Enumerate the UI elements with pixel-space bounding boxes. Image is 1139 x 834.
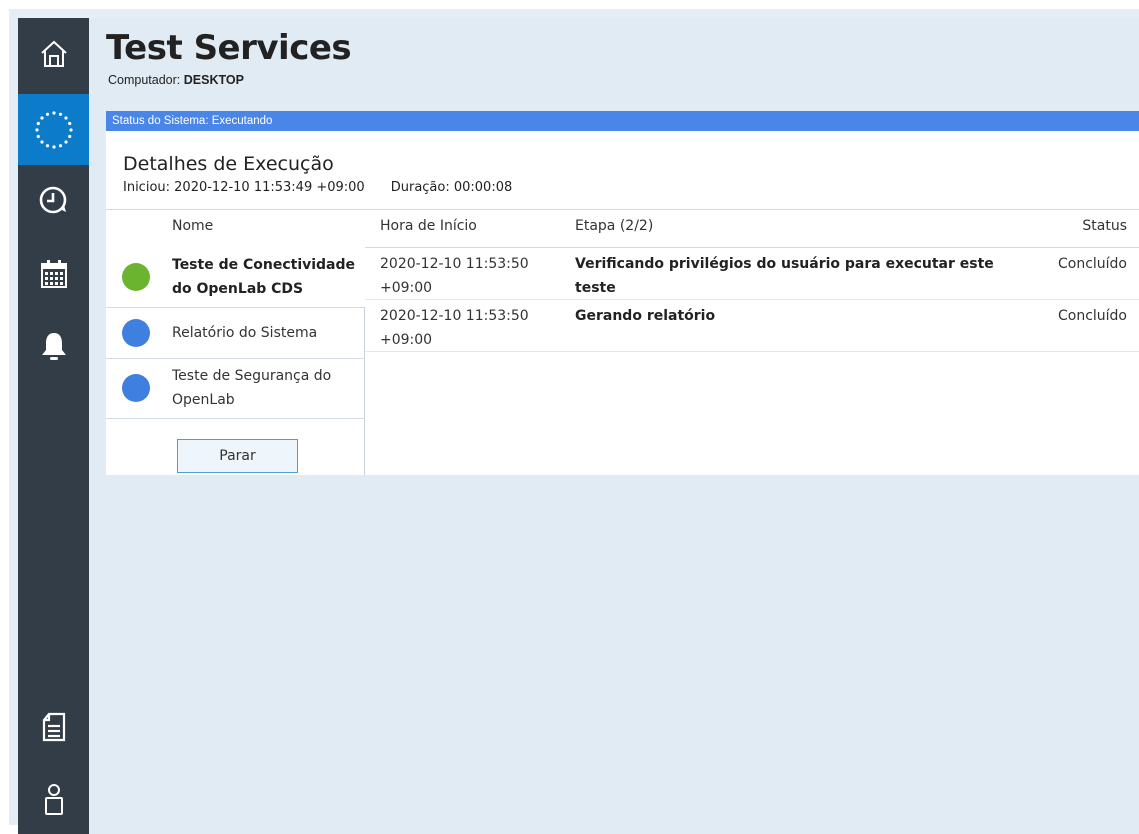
home-icon	[40, 40, 67, 67]
step-start-time: 2020-12-10 11:53:50 +09:00	[380, 256, 529, 296]
column-header-divider	[365, 247, 1139, 248]
test-item-security[interactable]: Teste de Segurança do OpenLab	[106, 359, 365, 417]
status-indicator	[122, 319, 150, 347]
header-divider	[106, 209, 1139, 210]
step-start-time: 2020-12-10 11:53:50 +09:00	[380, 308, 529, 348]
page-title: Test Services	[106, 28, 352, 68]
test-item-connectivity[interactable]: Teste de Conectividade do OpenLab CDS	[106, 247, 365, 307]
details-title: Detalhes de Execução	[123, 153, 334, 175]
stop-button[interactable]: Parar	[177, 439, 298, 473]
computer-label: Computador:	[108, 73, 181, 87]
run-duration: Duração: 00:00:08	[390, 180, 513, 195]
computer-name: DESKTOP	[183, 73, 244, 87]
test-item-label: Relatório do Sistema	[172, 325, 318, 341]
column-header-status: Status	[1082, 218, 1127, 234]
nav-schedule-button[interactable]	[18, 238, 89, 309]
app-window: Test Services Computador: DESKTOP Status…	[0, 0, 1139, 834]
calendar-icon	[40, 259, 67, 288]
column-header-step: Etapa (2/2)	[575, 218, 654, 234]
step-status: Concluído	[1057, 256, 1127, 272]
run-info: Iniciou: 2020-12-10 11:53:49 +09:00 Duraç…	[123, 180, 512, 195]
step-description: Gerando relatório	[575, 308, 716, 324]
status-indicator	[122, 374, 150, 402]
sidebar	[18, 18, 89, 834]
test-item-label: Teste de Conectividade do OpenLab CDS	[172, 257, 356, 297]
column-header-name: Nome	[172, 218, 214, 234]
system-status-bar: Status do Sistema: Executando	[106, 111, 1139, 131]
step-status: Concluído	[1057, 308, 1127, 324]
spinner-icon	[34, 110, 73, 149]
row-divider	[365, 351, 1139, 352]
nav-execution-button[interactable]	[18, 94, 89, 165]
computer-info: Computador: DESKTOP	[108, 73, 244, 87]
nav-notifications-button[interactable]	[18, 310, 89, 381]
nav-history-button[interactable]	[18, 165, 89, 236]
document-icon	[42, 712, 65, 741]
history-clock-icon	[39, 186, 66, 213]
row-divider	[365, 299, 1139, 300]
bell-icon	[41, 332, 66, 360]
nav-user-button[interactable]	[18, 763, 89, 834]
status-indicator	[122, 263, 150, 291]
test-item-system-report[interactable]: Relatório do Sistema	[106, 308, 365, 358]
column-header-start-time: Hora de Início	[380, 218, 477, 234]
step-description: Verificando privilégios do usuário para …	[575, 256, 994, 296]
test-item-divider	[106, 418, 365, 419]
nav-reports-button[interactable]	[18, 691, 89, 762]
test-item-label: Teste de Segurança do OpenLab	[172, 368, 332, 408]
run-started: Iniciou: 2020-12-10 11:53:49 +09:00	[123, 180, 365, 195]
execution-details-panel: Detalhes de Execução Iniciou: 2020-12-10…	[106, 131, 1139, 475]
nav-home-button[interactable]	[18, 18, 89, 89]
user-icon	[44, 783, 63, 815]
main-content: Test Services Computador: DESKTOP Status…	[89, 18, 1139, 834]
